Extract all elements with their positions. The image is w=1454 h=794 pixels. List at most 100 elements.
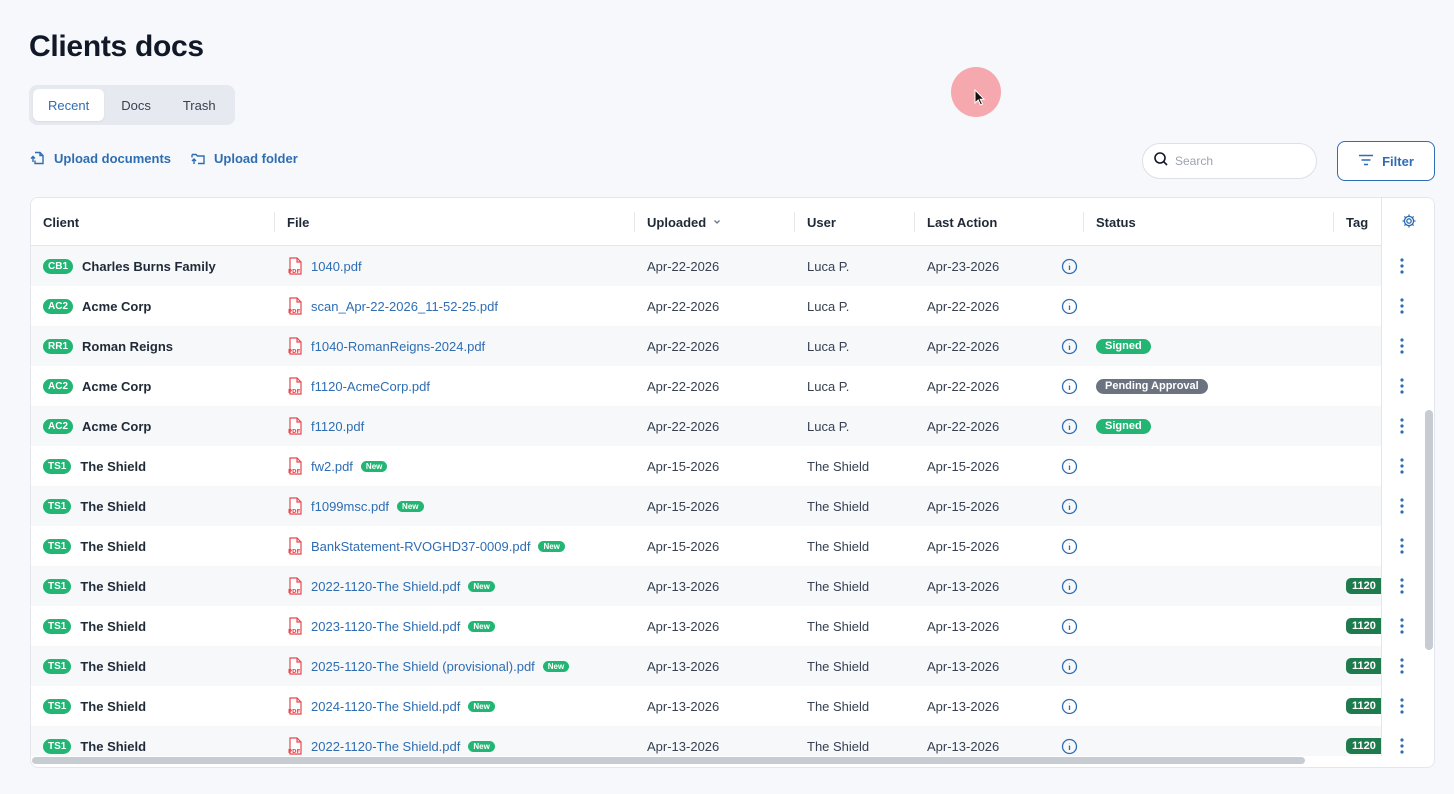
- column-divider: [1333, 212, 1334, 232]
- client-cell: TS1 The Shield: [43, 526, 146, 566]
- info-icon[interactable]: [1061, 606, 1078, 646]
- kebab-icon[interactable]: [1400, 498, 1404, 519]
- client-name[interactable]: The Shield: [80, 659, 146, 674]
- client-name[interactable]: Acme Corp: [82, 419, 151, 434]
- table-row[interactable]: AC2 Acme Corp PDF f1120-AcmeCorp.pdf Apr-22-…: [31, 366, 1434, 406]
- kebab-icon[interactable]: [1400, 538, 1404, 559]
- column-client[interactable]: Client: [43, 198, 79, 246]
- table-row[interactable]: AC2 Acme Corp PDF scan_Apr-22-2026_11-52-25…: [31, 286, 1434, 326]
- kebab-icon[interactable]: [1400, 298, 1404, 319]
- file-link[interactable]: fw2.pdf: [311, 459, 353, 474]
- client-name[interactable]: The Shield: [80, 619, 146, 634]
- column-uploaded[interactable]: Uploaded: [647, 198, 721, 246]
- client-name[interactable]: Roman Reigns: [82, 339, 173, 354]
- tab-docs[interactable]: Docs: [106, 89, 166, 121]
- file-link[interactable]: 2022-1120-The Shield.pdf: [311, 579, 460, 594]
- column-last-action[interactable]: Last Action: [927, 198, 997, 246]
- kebab-icon[interactable]: [1400, 418, 1404, 439]
- info-icon[interactable]: [1061, 566, 1078, 606]
- table-row[interactable]: AC2 Acme Corp PDF f1120.pdf Apr-22-2026 Luca …: [31, 406, 1434, 446]
- file-cell: PDF 2023-1120-The Shield.pdf New: [287, 606, 495, 646]
- client-name[interactable]: Charles Burns Family: [82, 259, 216, 274]
- mouse-cursor-icon: [974, 88, 986, 112]
- table-row[interactable]: TS1 The Shield PDF f1099msc.pdf New Apr-15-20…: [31, 486, 1434, 526]
- file-link[interactable]: f1120.pdf: [311, 419, 364, 434]
- table-row[interactable]: TS1 The Shield PDF 2022-1120-The Shield.pdf…: [31, 566, 1434, 606]
- info-icon[interactable]: [1061, 366, 1078, 406]
- info-icon[interactable]: [1061, 486, 1078, 526]
- horizontal-scrollbar[interactable]: [32, 757, 1305, 764]
- kebab-icon[interactable]: [1400, 618, 1404, 639]
- vertical-scrollbar[interactable]: [1425, 410, 1433, 650]
- client-name[interactable]: The Shield: [80, 579, 146, 594]
- tab-trash[interactable]: Trash: [168, 89, 231, 121]
- table-row[interactable]: TS1 The Shield PDF 2025-1120-The Shield (pr…: [31, 646, 1434, 686]
- pdf-file-icon: PDF: [287, 657, 303, 675]
- pdf-file-icon: PDF: [287, 737, 303, 755]
- kebab-icon[interactable]: [1400, 578, 1404, 599]
- table-row[interactable]: TS1 The Shield PDF 2022-1120-The Shield.pdf…: [31, 726, 1434, 756]
- kebab-icon[interactable]: [1400, 698, 1404, 719]
- file-link[interactable]: 2023-1120-The Shield.pdf: [311, 619, 460, 634]
- file-link[interactable]: BankStatement-RVOGHD37-0009.pdf: [311, 539, 530, 554]
- column-file[interactable]: File: [287, 198, 309, 246]
- kebab-icon[interactable]: [1400, 658, 1404, 679]
- kebab-icon[interactable]: [1400, 458, 1404, 479]
- tag-badge: 1120: [1346, 658, 1382, 674]
- file-link[interactable]: 1040.pdf: [311, 259, 362, 274]
- file-link[interactable]: f1120-AcmeCorp.pdf: [311, 379, 430, 394]
- user-name: The Shield: [807, 698, 870, 714]
- info-icon[interactable]: [1061, 526, 1078, 566]
- last-action-date: Apr-15-2026: [927, 458, 1000, 474]
- info-icon[interactable]: [1061, 686, 1078, 726]
- kebab-icon[interactable]: [1400, 738, 1404, 759]
- table-row[interactable]: TS1 The Shield PDF 2023-1120-The Shield.pdf…: [31, 606, 1434, 646]
- table-row[interactable]: RR1 Roman Reigns PDF f1040-RomanReigns-2024…: [31, 326, 1434, 366]
- client-name[interactable]: The Shield: [80, 739, 146, 754]
- search-input[interactable]: [1175, 154, 1295, 168]
- file-link[interactable]: 2024-1120-The Shield.pdf: [311, 699, 460, 714]
- column-status[interactable]: Status: [1096, 198, 1136, 246]
- table-row[interactable]: TS1 The Shield PDF BankStatement-RVOGHD37-0…: [31, 526, 1434, 566]
- column-user[interactable]: User: [807, 198, 836, 246]
- client-name[interactable]: The Shield: [80, 499, 146, 514]
- info-icon[interactable]: [1061, 286, 1078, 326]
- column-tag[interactable]: Tag: [1346, 198, 1368, 246]
- pdf-file-icon: PDF: [287, 337, 303, 355]
- info-icon[interactable]: [1061, 446, 1078, 486]
- pdf-file-icon: PDF: [287, 617, 303, 635]
- file-link[interactable]: 2022-1120-The Shield.pdf: [311, 739, 460, 754]
- client-name[interactable]: The Shield: [80, 459, 146, 474]
- info-icon[interactable]: [1061, 406, 1078, 446]
- kebab-icon[interactable]: [1400, 258, 1404, 279]
- file-link[interactable]: 2025-1120-The Shield (provisional).pdf: [311, 659, 535, 674]
- tab-recent[interactable]: Recent: [33, 89, 105, 121]
- table-row[interactable]: TS1 The Shield PDF fw2.pdf New Apr-15-2026 The…: [31, 446, 1434, 486]
- client-name[interactable]: Acme Corp: [82, 379, 151, 394]
- file-link[interactable]: f1040-RomanReigns-2024.pdf: [311, 339, 485, 354]
- table-row[interactable]: CB1 Charles Burns Family PDF 1040.pdf Apr-22…: [31, 246, 1434, 286]
- file-cell: PDF 2022-1120-The Shield.pdf New: [287, 726, 495, 756]
- svg-text:PDF: PDF: [288, 749, 301, 755]
- client-name[interactable]: The Shield: [80, 699, 146, 714]
- upload-documents-button[interactable]: Upload documents: [30, 150, 171, 166]
- info-icon[interactable]: [1061, 646, 1078, 686]
- new-badge: New: [468, 700, 495, 712]
- info-icon[interactable]: [1061, 326, 1078, 366]
- file-link[interactable]: scan_Apr-22-2026_11-52-25.pdf: [311, 299, 498, 314]
- file-link[interactable]: f1099msc.pdf: [311, 499, 389, 514]
- kebab-icon[interactable]: [1400, 378, 1404, 399]
- upload-folder-button[interactable]: Upload folder: [190, 150, 298, 166]
- client-name[interactable]: The Shield: [80, 539, 146, 554]
- svg-text:PDF: PDF: [288, 389, 301, 395]
- table-row[interactable]: TS1 The Shield PDF 2024-1120-The Shield.pdf…: [31, 686, 1434, 726]
- kebab-icon[interactable]: [1400, 338, 1404, 359]
- user-name: The Shield: [807, 618, 870, 634]
- client-cell: TS1 The Shield: [43, 646, 146, 686]
- info-icon[interactable]: [1061, 726, 1078, 756]
- info-icon[interactable]: [1061, 246, 1078, 286]
- gear-icon[interactable]: [1401, 213, 1417, 234]
- filter-button[interactable]: Filter: [1337, 141, 1435, 181]
- client-name[interactable]: Acme Corp: [82, 299, 151, 314]
- client-code-badge: TS1: [43, 618, 72, 634]
